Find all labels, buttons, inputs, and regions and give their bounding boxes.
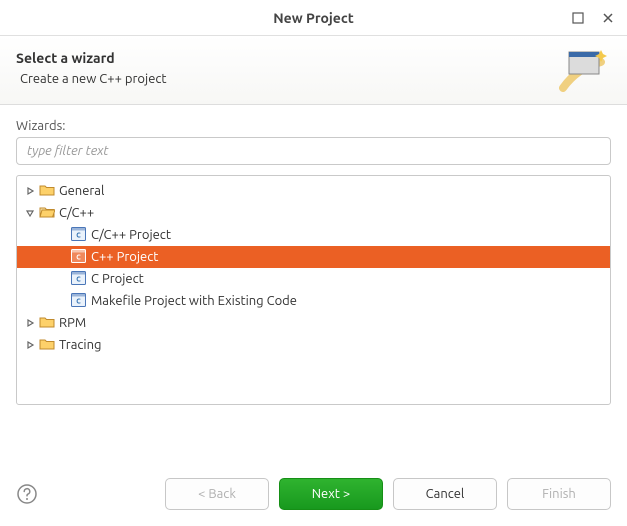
titlebar: New Project bbox=[0, 0, 627, 36]
wizards-label: Wizards: bbox=[16, 119, 611, 133]
wizard-content: Wizards: General C/C++ C C/C++ Project C C++ … bbox=[0, 105, 627, 411]
tree-label: RPM bbox=[59, 316, 86, 330]
svg-text:C: C bbox=[76, 297, 81, 305]
tree-folder[interactable]: General bbox=[17, 180, 610, 202]
project-icon: C bbox=[71, 227, 91, 244]
header-title: Select a wizard bbox=[16, 50, 557, 66]
header-subtitle: Create a new C++ project bbox=[16, 72, 557, 86]
tree-item[interactable]: C C/C++ Project bbox=[17, 224, 610, 246]
chevron-right-icon[interactable] bbox=[23, 338, 37, 352]
project-icon: C bbox=[71, 249, 91, 266]
tree-label: C++ Project bbox=[91, 250, 158, 264]
tree-item[interactable]: C C Project bbox=[17, 268, 610, 290]
folder-icon bbox=[39, 315, 59, 331]
wizard-filter-input[interactable] bbox=[16, 137, 611, 165]
tree-item[interactable]: C Makefile Project with Existing Code bbox=[17, 290, 610, 312]
tree-label: C/C++ bbox=[59, 206, 94, 220]
folder-icon bbox=[39, 183, 59, 199]
tree-item[interactable]: C C++ Project bbox=[17, 246, 610, 268]
finish-button[interactable]: Finish bbox=[507, 478, 611, 510]
chevron-right-icon[interactable] bbox=[23, 184, 37, 198]
back-button[interactable]: < Back bbox=[165, 478, 269, 510]
svg-text:C: C bbox=[76, 231, 81, 239]
svg-text:C: C bbox=[76, 275, 81, 283]
tree-label: Tracing bbox=[59, 338, 101, 352]
wizard-tree[interactable]: GeneralC/C++CC/C++ ProjectCC++ ProjectCC… bbox=[16, 175, 611, 405]
project-icon: C bbox=[71, 293, 91, 310]
chevron-right-icon[interactable] bbox=[23, 316, 37, 330]
cancel-button[interactable]: Cancel bbox=[393, 478, 497, 510]
tree-label: Makefile Project with Existing Code bbox=[91, 294, 297, 308]
window-title: New Project bbox=[273, 10, 354, 26]
project-icon: C bbox=[71, 271, 91, 288]
wizard-footer: < Back Next > Cancel Finish bbox=[0, 466, 627, 526]
help-icon[interactable] bbox=[16, 483, 38, 505]
close-button[interactable] bbox=[597, 7, 619, 29]
tree-folder[interactable]: C/C++ bbox=[17, 202, 610, 224]
tree-folder[interactable]: RPM bbox=[17, 312, 610, 334]
wizard-banner-icon bbox=[557, 48, 611, 92]
folder-icon bbox=[39, 337, 59, 353]
tree-folder[interactable]: Tracing bbox=[17, 334, 610, 356]
next-button[interactable]: Next > bbox=[279, 478, 383, 510]
svg-text:C: C bbox=[76, 253, 81, 261]
tree-label: C/C++ Project bbox=[91, 228, 171, 242]
wizard-header: Select a wizard Create a new C++ project bbox=[0, 36, 627, 105]
tree-label: General bbox=[59, 184, 104, 198]
tree-label: C Project bbox=[91, 272, 144, 286]
folder-open-icon bbox=[39, 205, 59, 221]
minimize-button[interactable] bbox=[567, 7, 589, 29]
chevron-down-icon[interactable] bbox=[23, 206, 37, 220]
